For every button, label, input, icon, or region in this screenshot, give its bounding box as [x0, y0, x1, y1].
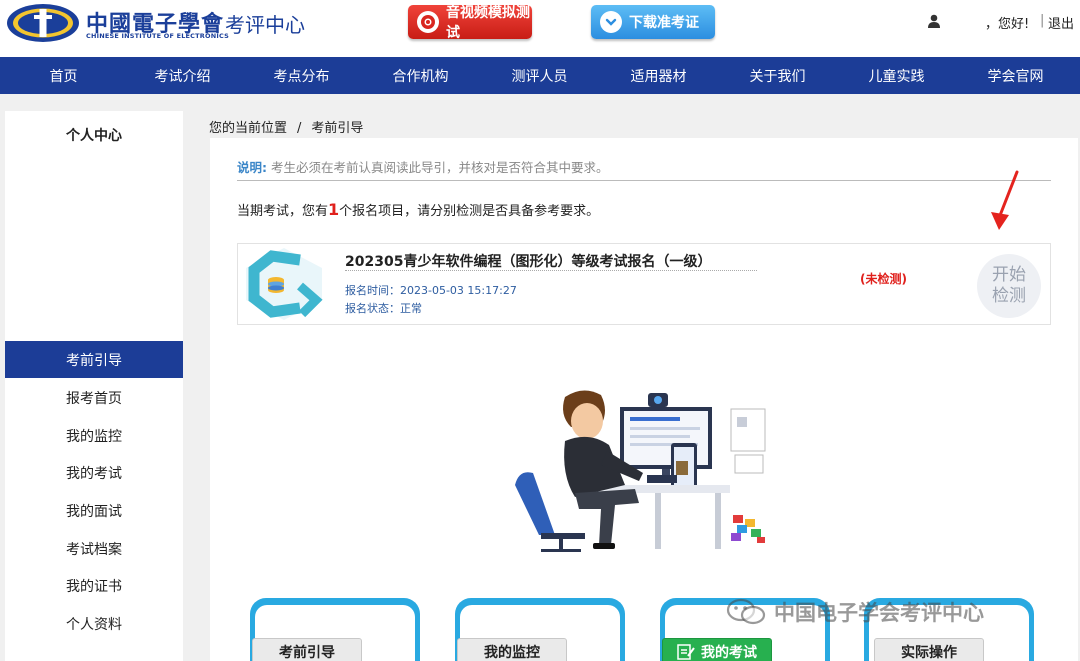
nav-exam-intro[interactable]: 考试介绍 [123, 57, 242, 94]
av-simulation-test-button[interactable]: 音视频模拟测试 [408, 5, 532, 41]
sidebar: 个人中心 考前引导 报考首页 我的监控 我的考试 我的面试 考试档案 我的证书 … [5, 111, 183, 661]
start-check-button[interactable]: 开始 检测 [977, 254, 1041, 318]
breadcrumb: 您的当前位置 / 考前引导 [209, 117, 363, 136]
nav-about-us[interactable]: 关于我们 [718, 57, 837, 94]
card-pre-exam-guide[interactable]: 考前引导 [250, 598, 420, 661]
exam-title: 202305青少年软件编程（图形化）等级考试报名（一级） [345, 254, 712, 270]
wechat-icon [726, 598, 766, 625]
programming-exam-logo-icon [246, 248, 323, 320]
sidebar-item-registration-home[interactable]: 报考首页 [5, 379, 183, 416]
logout-link[interactable]: 退出 [1048, 13, 1074, 32]
nav-evaluators[interactable]: 测评人员 [480, 57, 599, 94]
av-simulation-test-label: 音视频模拟测试 [446, 5, 530, 41]
breadcrumb-current: 考前引导 [311, 121, 364, 136]
registration-time-label: 报名时间： [345, 284, 400, 297]
header-separator: | [1040, 13, 1045, 28]
start-check-line1: 开始 [992, 265, 1026, 285]
sidebar-item-profile[interactable]: 个人资料 [5, 605, 183, 642]
start-check-line2: 检测 [992, 286, 1026, 306]
card-label-my-monitoring: 我的监控 [457, 638, 567, 661]
nav-equipment[interactable]: 适用器材 [599, 57, 718, 94]
user-icon [928, 14, 940, 28]
breadcrumb-separator: / [297, 121, 302, 136]
logo-english-name: CHINESE INSTITUTE OF ELECTRONICS [86, 32, 229, 40]
card-label-pre-exam-guide: 考前引导 [252, 638, 362, 661]
sidebar-item-my-certificates[interactable]: 我的证书 [5, 567, 183, 604]
card-label-practical-operation: 实际操作 [874, 638, 984, 661]
sidebar-item-my-monitoring[interactable]: 我的监控 [5, 417, 183, 454]
sidebar-item-pre-exam-guide[interactable]: 考前引导 [5, 341, 183, 378]
intro-prefix: 当期考试，您有 [237, 204, 329, 219]
greeting-text: ，您好! [985, 17, 1030, 32]
online-exam-illustration-icon [515, 390, 766, 552]
notice-divider [237, 180, 1051, 181]
main-nav: 首页 考试介绍 考点分布 合作机构 测评人员 适用器材 关于我们 儿童实践 学会… [0, 57, 1080, 94]
nav-test-centers[interactable]: 考点分布 [242, 57, 361, 94]
exam-title-underline [345, 270, 757, 271]
breadcrumb-location-label: 您的当前位置 [209, 121, 288, 136]
registration-status-value: 正常 [400, 302, 422, 315]
registration-time-value: 2023-05-03 15:17:27 [400, 284, 517, 297]
wechat-watermark: 中国电子学会考评中心 [726, 597, 984, 627]
red-annotation-arrow-icon [991, 170, 1019, 230]
card-label-my-exams: 我的考试 [662, 638, 772, 661]
card-my-monitoring[interactable]: 我的监控 [455, 598, 625, 661]
notice: 说明: 考生必须在考前认真阅读此导引，并核对是否符合其中要求。 [237, 157, 609, 176]
sidebar-item-my-interviews[interactable]: 我的面试 [5, 492, 183, 529]
notice-text: 考生必须在考前认真阅读此导引，并核对是否符合其中要求。 [270, 160, 609, 175]
download-admission-ticket-button[interactable]: 下载准考证 [591, 5, 715, 39]
card-label-my-exams-text: 我的考试 [701, 645, 757, 661]
notice-label: 说明: [237, 160, 267, 175]
nav-home[interactable]: 首页 [4, 57, 123, 94]
camera-lens-icon [417, 11, 439, 33]
logo-subtitle: 考评中心 [225, 13, 305, 37]
nav-official-site[interactable]: 学会官网 [956, 57, 1075, 94]
registration-status-label: 报名状态： [345, 302, 400, 315]
registration-count: 1 [328, 200, 340, 219]
site-header: 中國電子學會 CHINESE INSTITUTE OF ELECTRONICS … [0, 0, 1080, 57]
exam-registration-time: 报名时间：2023-05-03 15:17:27 [345, 282, 517, 298]
institute-logo-icon[interactable] [6, 3, 80, 43]
nav-children-practice[interactable]: 儿童实践 [837, 57, 956, 94]
nav-partners[interactable]: 合作机构 [361, 57, 480, 94]
download-admission-ticket-label: 下载准考证 [629, 15, 699, 31]
check-status-flag: (未检测) [860, 272, 907, 286]
download-icon [600, 11, 622, 33]
exam-paper-icon [677, 644, 695, 660]
sidebar-title: 个人中心 [66, 128, 122, 144]
watermark-text: 中国电子学会考评中心 [774, 601, 984, 625]
registration-intro: 当期考试，您有1个报名项目，请分别检测是否具备参考要求。 [237, 200, 599, 219]
exam-registration-item: 202305青少年软件编程（图形化）等级考试报名（一级） 报名时间：2023-0… [237, 243, 1051, 325]
sidebar-item-exam-records[interactable]: 考试档案 [5, 530, 183, 567]
sidebar-item-my-exams[interactable]: 我的考试 [5, 454, 183, 491]
exam-registration-status: 报名状态：正常 [345, 300, 422, 316]
intro-suffix: 个报名项目，请分别检测是否具备参考要求。 [339, 204, 600, 219]
